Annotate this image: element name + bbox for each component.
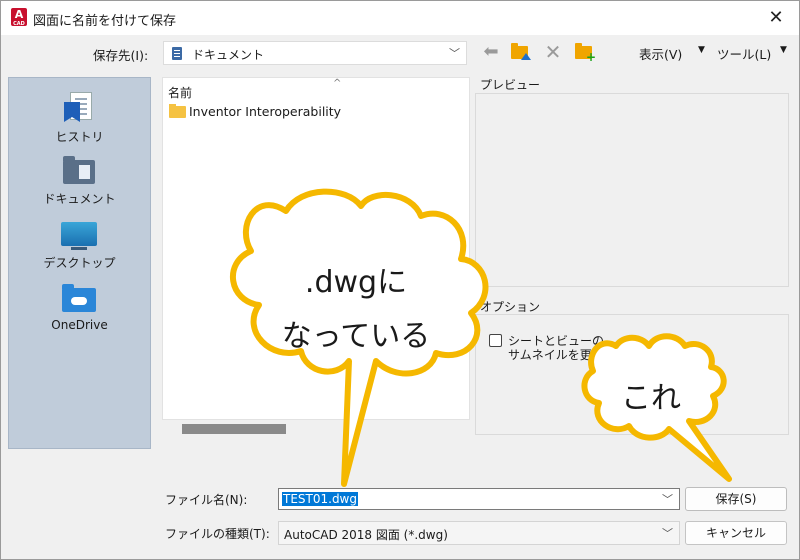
cloud-bubble-shape — [581, 333, 732, 482]
annotation-text: これ — [621, 381, 681, 416]
save-drawing-dialog: A CAD 図面に名前を付けて保存 ✕ 保存先(I): ドキュメント ﹀ ⬅ ✕ … — [0, 0, 800, 560]
